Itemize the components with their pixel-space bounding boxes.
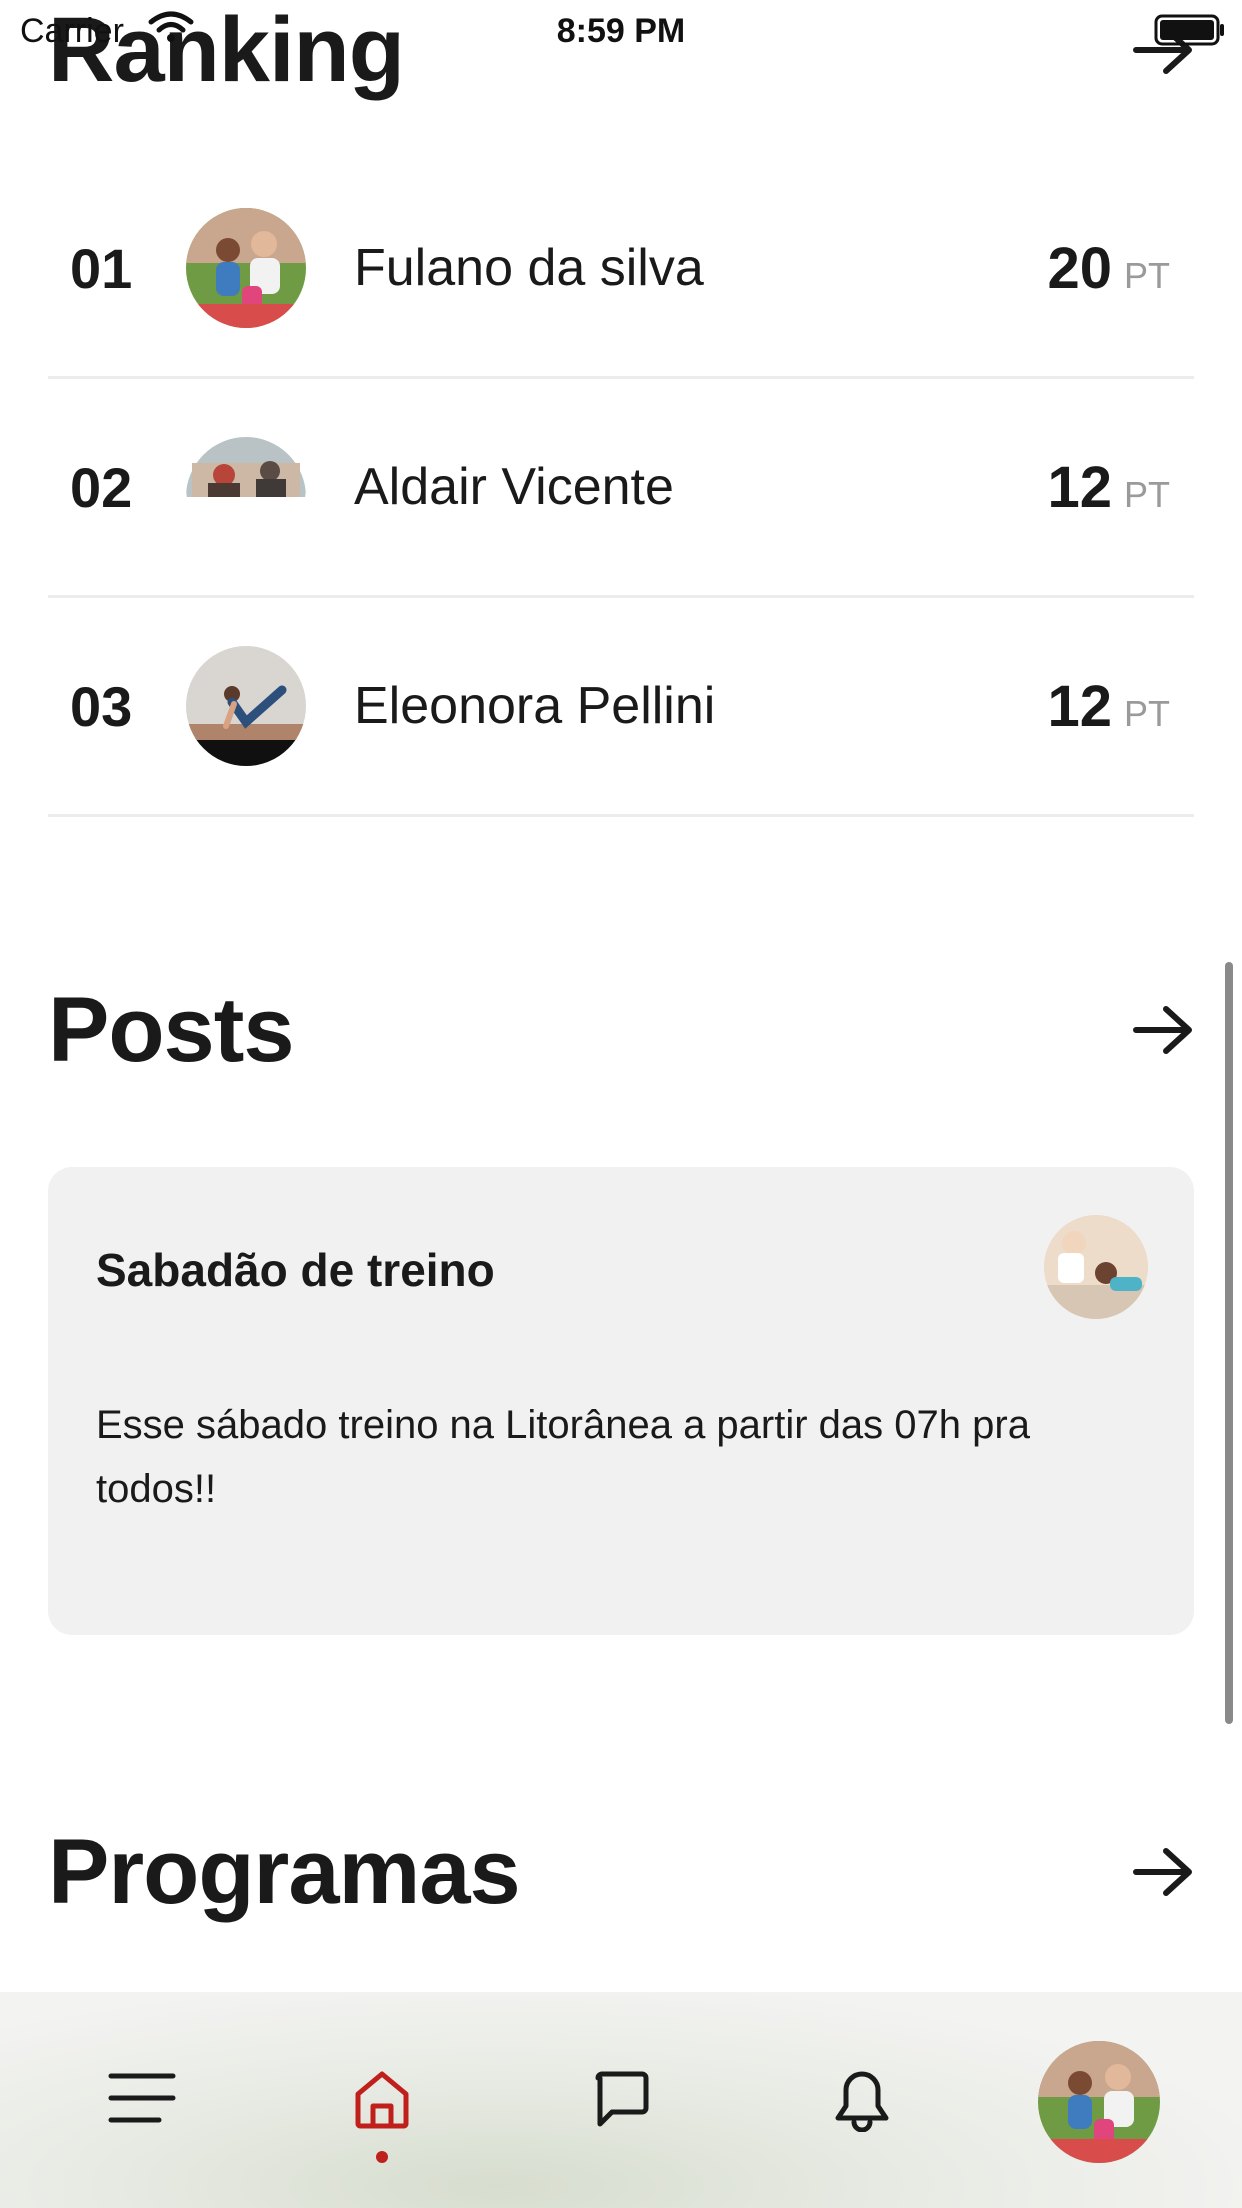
posts-header: Posts (48, 984, 1194, 1076)
active-indicator (376, 2151, 388, 2163)
rank-unit: PT (1123, 692, 1170, 734)
posts-see-all-button[interactable] (1132, 1004, 1194, 1056)
rank-position: 03 (70, 674, 133, 738)
rank-points: 12 (1047, 454, 1112, 520)
post-card[interactable]: Sabadão de treino Esse sábado treino na … (48, 1167, 1194, 1635)
ranking-row[interactable]: 03 Eleonora Pellini 12 PT (48, 598, 1194, 817)
arrow-right-icon (1133, 1006, 1192, 1054)
home-icon (355, 2071, 409, 2129)
rank-points: 12 (1047, 673, 1112, 739)
rank-score: 20 PT (1047, 235, 1194, 302)
rank-score: 12 PT (1047, 673, 1194, 740)
post-title: Sabadão de treino (96, 1244, 495, 1296)
status-bar: Carrier 8:59 PM (0, 0, 1242, 62)
tab-home[interactable] (322, 1992, 442, 2208)
rank-position: 02 (70, 455, 133, 519)
tab-menu[interactable] (82, 1992, 202, 2208)
posts-title: Posts (48, 979, 295, 1081)
rank-name: Aldair Vicente (354, 458, 674, 516)
clock: 8:59 PM (556, 12, 686, 50)
bell-icon (835, 2071, 889, 2132)
ranking-row[interactable]: 01 Fulano da silva 20 PT (48, 160, 1194, 379)
ranking-row[interactable]: 02 Aldair Vicente 12 PT (48, 379, 1194, 598)
ranking-list: 01 Fulano da silva 20 PT 02 Aldair Vicen… (48, 160, 1194, 817)
arrow-right-icon (1133, 1848, 1192, 1896)
battery-icon (1154, 14, 1224, 46)
home-screen: Carrier 8:59 PM Ranking 01 Fulano da sil… (0, 0, 1242, 2208)
rank-score: 12 PT (1047, 454, 1194, 521)
programs-title: Programas (48, 1821, 521, 1923)
programs-header: Programas (48, 1826, 1194, 1918)
scrollbar[interactable] (1225, 962, 1233, 1724)
avatar (186, 427, 306, 547)
tab-notifications[interactable] (802, 1992, 922, 2208)
profile-avatar[interactable] (1038, 2041, 1160, 2163)
rank-position: 01 (70, 236, 133, 300)
avatar (186, 208, 306, 328)
menu-icon (108, 2073, 176, 2123)
tab-chat[interactable] (562, 1992, 682, 2208)
avatar (1044, 1215, 1148, 1319)
post-body: Esse sábado treino na Litorânea a partir… (96, 1403, 1030, 1511)
rank-points: 20 (1047, 235, 1112, 301)
avatar (186, 646, 306, 766)
rank-name: Fulano da silva (354, 239, 704, 297)
programs-see-all-button[interactable] (1132, 1846, 1194, 1898)
chat-icon (595, 2071, 649, 2127)
rank-unit: PT (1123, 254, 1170, 296)
rank-name: Eleonora Pellini (354, 677, 716, 735)
rank-unit: PT (1123, 473, 1170, 515)
